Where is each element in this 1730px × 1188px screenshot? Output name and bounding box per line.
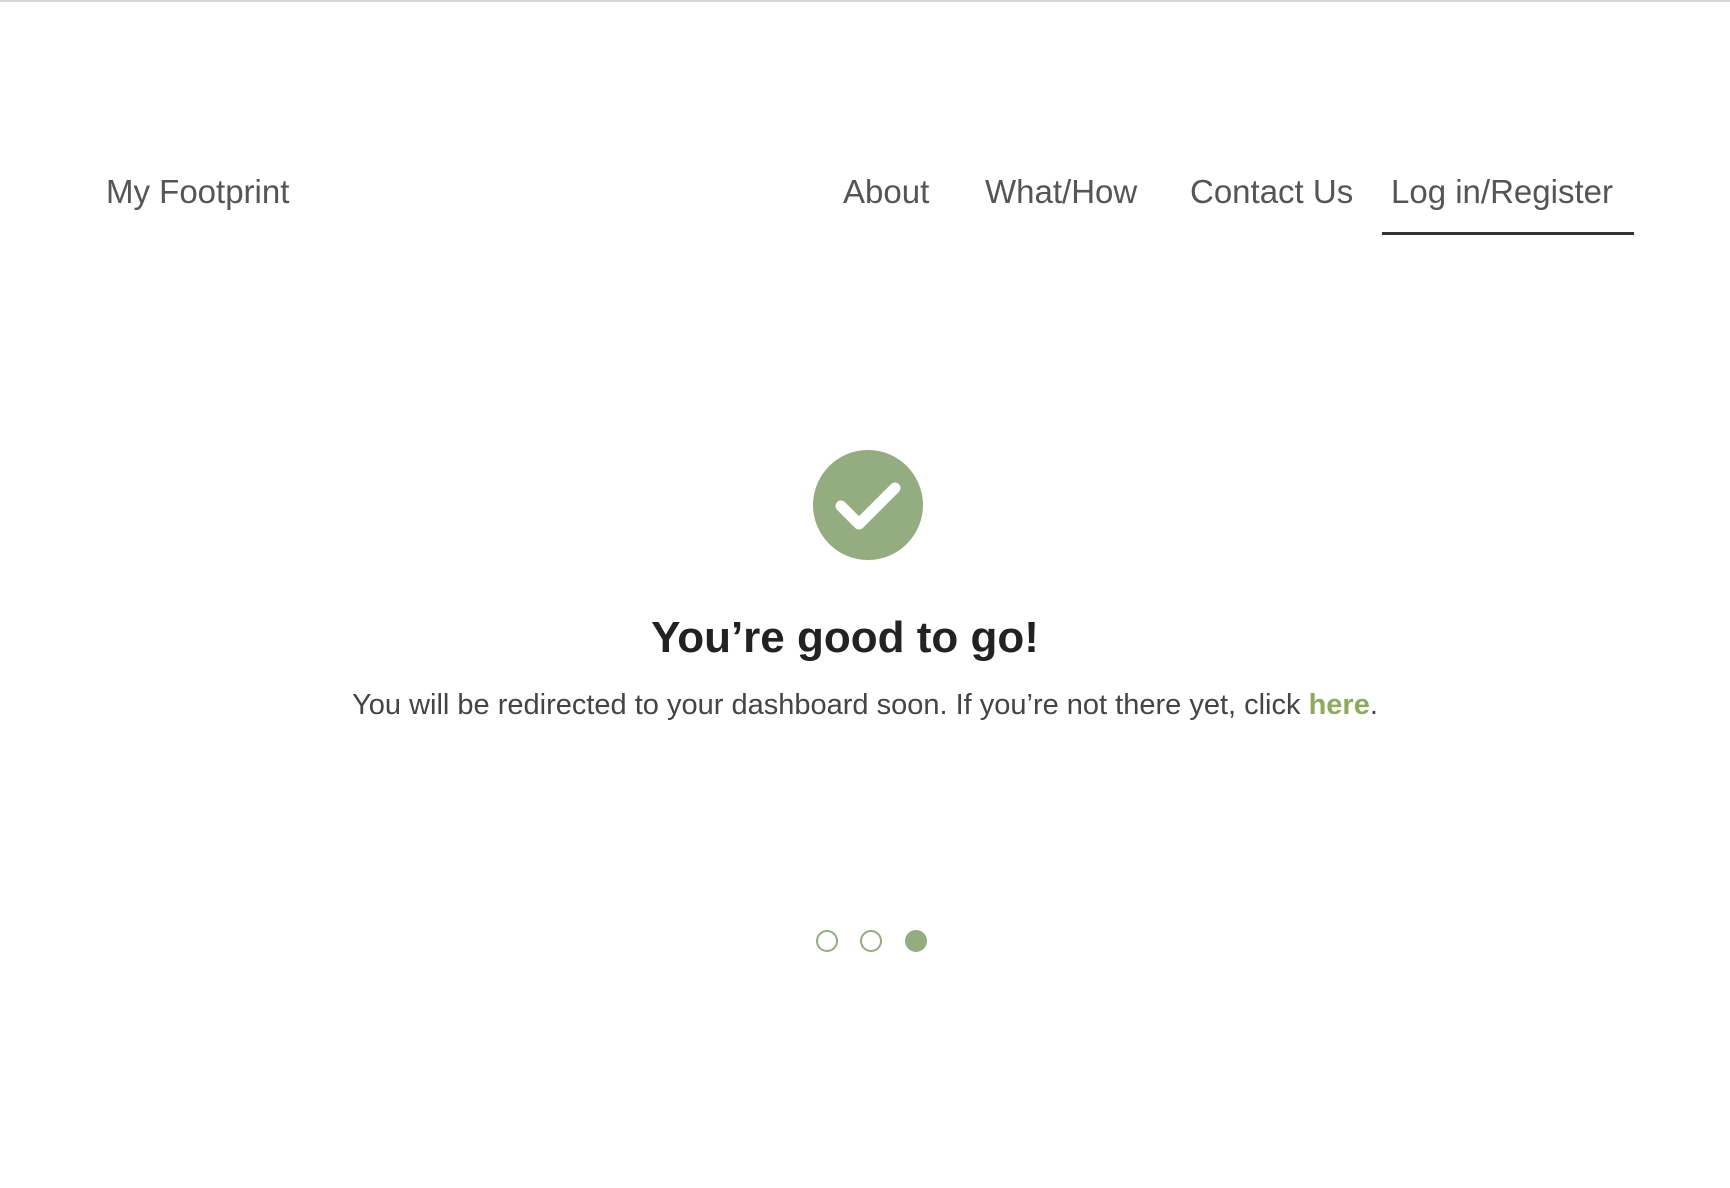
page-title: You’re good to go! bbox=[651, 613, 1039, 662]
redirect-message: You will be redirected to your dashboard… bbox=[0, 687, 1730, 723]
brand-logo-text[interactable]: My Footprint bbox=[106, 172, 289, 212]
dashboard-link[interactable]: here bbox=[1309, 689, 1370, 721]
redirect-message-text: You will be redirected to your dashboard… bbox=[352, 689, 1309, 721]
check-circle-icon bbox=[813, 450, 923, 560]
nav-about[interactable]: About bbox=[843, 172, 929, 212]
nav-contact-us[interactable]: Contact Us bbox=[1190, 172, 1353, 212]
step-dot-2 bbox=[860, 930, 882, 952]
active-nav-underline bbox=[1382, 232, 1634, 235]
step-indicator bbox=[816, 930, 936, 958]
step-dot-3 bbox=[905, 930, 927, 952]
redirect-message-suffix: . bbox=[1369, 689, 1378, 721]
nav-what-how[interactable]: What/How bbox=[985, 172, 1137, 212]
step-dot-1 bbox=[816, 930, 838, 952]
nav-login-register[interactable]: Log in/Register bbox=[1391, 172, 1613, 212]
site-header: My Footprint About What/How Contact Us L… bbox=[0, 0, 1730, 260]
